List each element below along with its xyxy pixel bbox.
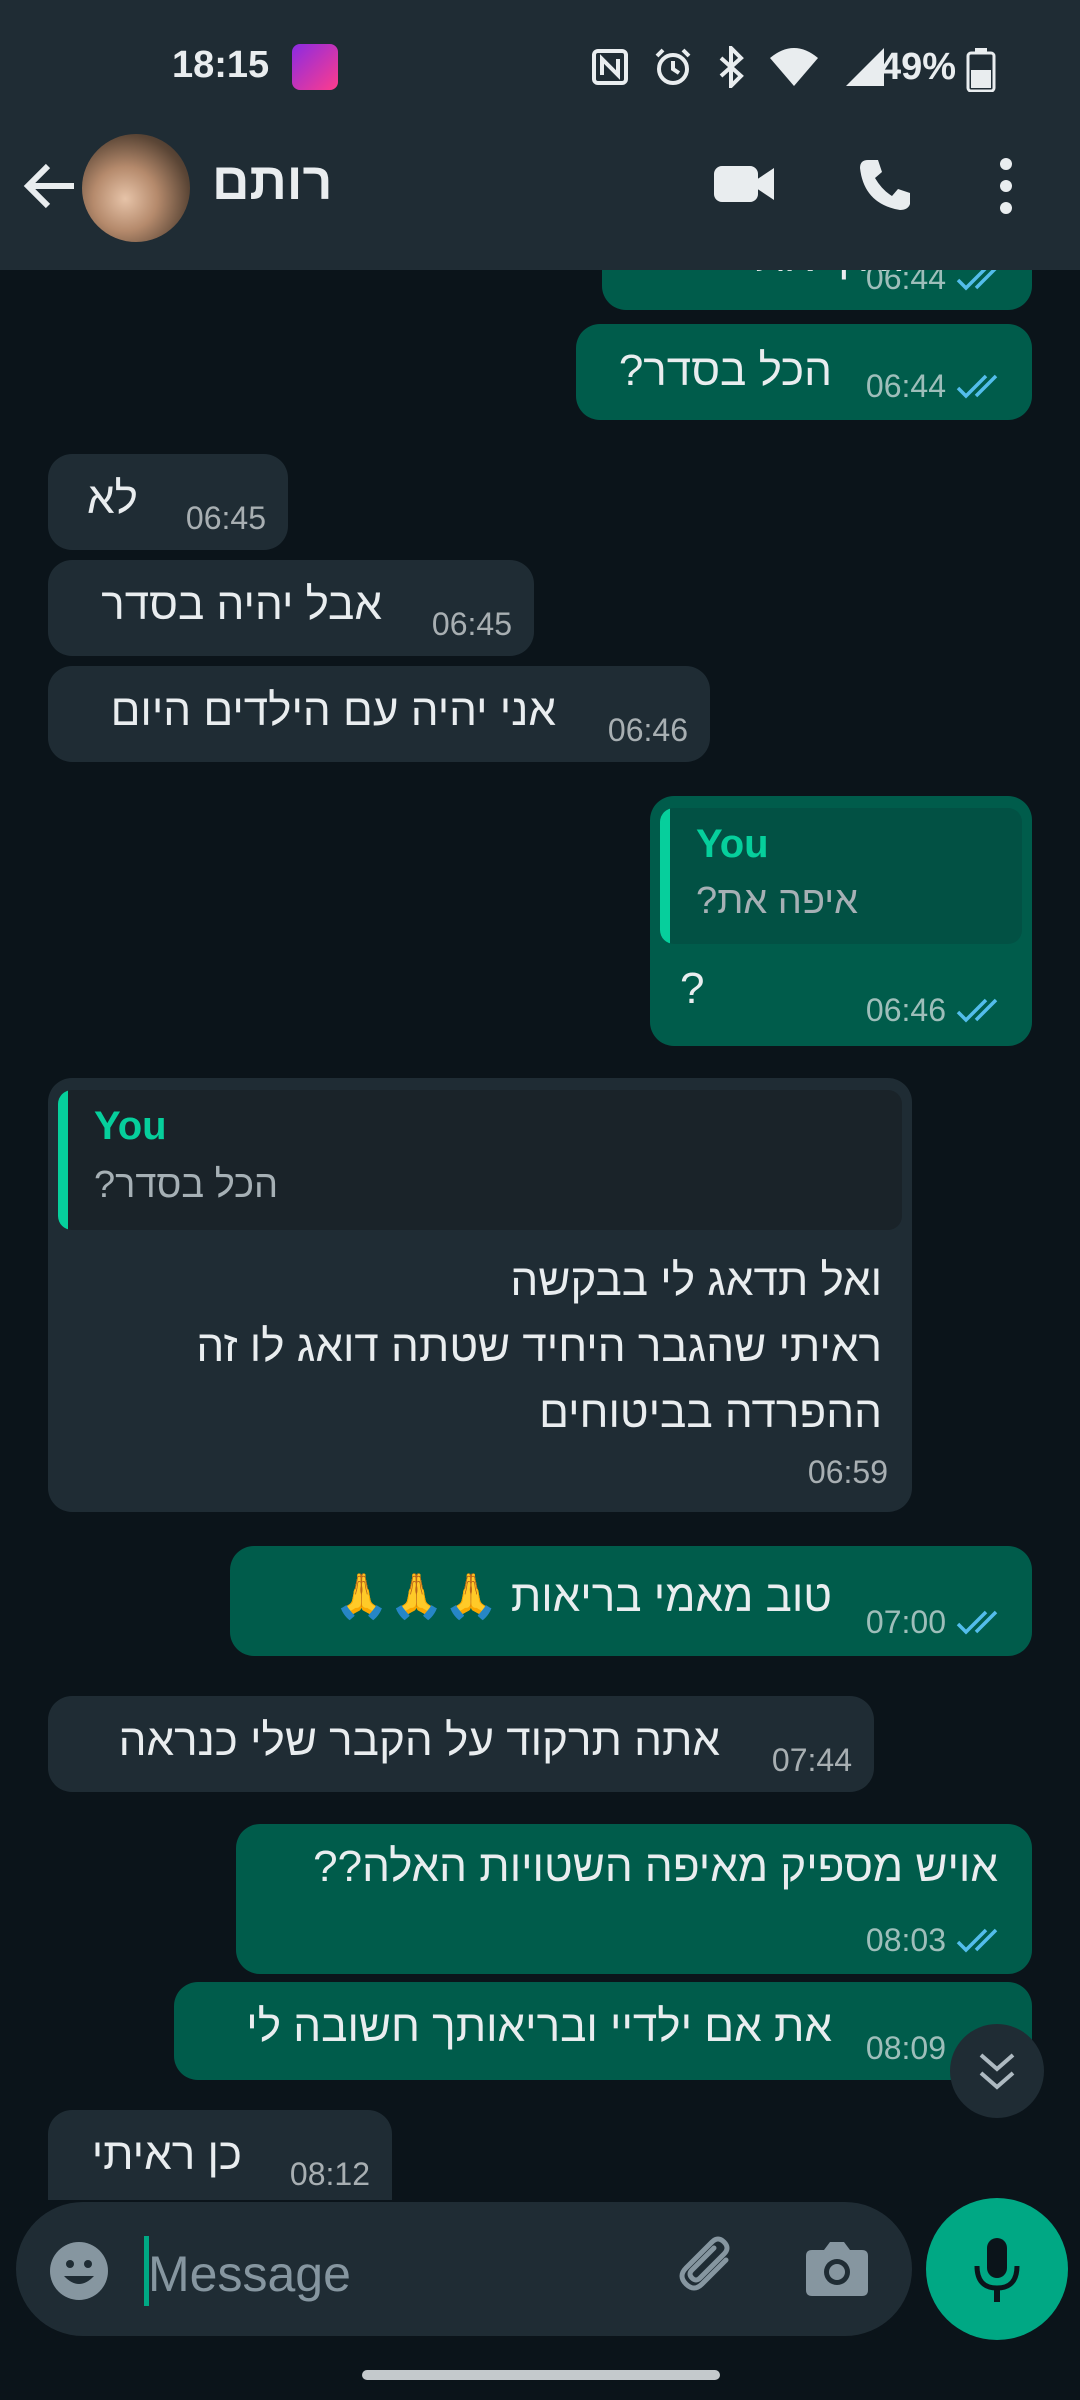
message-time: 06:46 — [865, 992, 946, 1028]
message-text: את אם ילדיי ובריאותך חשובה לי — [246, 2002, 832, 2051]
message-text: כן ראיתי — [91, 2130, 242, 2179]
camera-icon[interactable] — [804, 2238, 870, 2298]
message-text: אבל יהיה בסדר — [101, 580, 382, 629]
message-text: הכל בסדר? — [618, 346, 832, 395]
message-text: אויש מספיק מאיפה השטויות האלה?? — [313, 1842, 998, 1891]
read-ticks-icon — [956, 270, 997, 291]
mic-icon — [974, 2238, 1020, 2302]
read-ticks-icon — [956, 374, 998, 399]
quote-accent-bar — [58, 1090, 68, 1230]
back-arrow-icon[interactable] — [20, 156, 80, 216]
app-notification-icon — [292, 44, 338, 90]
chat-area: ?איך את 06:44 הכל בסדר? 06:44 לא 06:45 א… — [0, 270, 1080, 2200]
quoted-message[interactable]: You הכל בסדר? — [58, 1090, 902, 1230]
wifi-icon — [770, 48, 818, 86]
message-bubble-incoming[interactable]: אני יהיה עם הילדים היום 06:46 — [48, 666, 710, 762]
quote-author: You — [94, 1104, 167, 1148]
message-input[interactable] — [146, 2238, 650, 2310]
message-text-multiline: ואל תדאג לי בבקשה ראיתי שהגבר היחיד שטתה… — [82, 1248, 882, 1446]
message-bubble-incoming[interactable]: לא 06:45 — [48, 454, 288, 550]
read-ticks-icon — [956, 998, 998, 1023]
voice-call-icon[interactable] — [858, 156, 914, 212]
message-bubble-outgoing[interactable]: טוב מאמי בריאות 🙏🙏🙏 07:00 — [230, 1546, 1032, 1656]
avatar[interactable] — [82, 134, 190, 242]
battery-icon — [966, 48, 996, 92]
quoted-message[interactable]: You איפה את? — [660, 808, 1022, 944]
message-text: לא — [87, 474, 138, 523]
status-time: 18:15 — [172, 44, 270, 86]
quote-text: הכל בסדר? — [94, 1164, 279, 1206]
quote-author: You — [696, 822, 769, 866]
bluetooth-icon — [719, 46, 744, 88]
message-text: ? — [680, 964, 705, 1013]
message-bubble-outgoing[interactable]: הכל בסדר? 06:44 — [576, 324, 1032, 420]
read-ticks-icon — [956, 1928, 998, 1953]
message-time: 08:03 — [865, 1922, 946, 1958]
message-bubble-incoming[interactable]: אתה תרקוד על הקבר שלי כנראה 07:44 — [48, 1696, 874, 1792]
message-bubble-incoming[interactable]: אבל יהיה בסדר 06:45 — [48, 560, 534, 656]
message-bubble-outgoing[interactable]: ?איך את 06:44 — [602, 270, 1032, 310]
message-time: 08:09 — [865, 2030, 946, 2066]
read-ticks-icon — [956, 1610, 998, 1635]
attach-icon[interactable] — [674, 2236, 740, 2302]
nfc-icon — [592, 49, 628, 85]
quote-text: איפה את? — [696, 880, 859, 922]
video-call-icon[interactable] — [712, 160, 776, 208]
more-options-icon[interactable] — [996, 154, 1016, 218]
message-time: 06:46 — [607, 712, 688, 748]
message-line: ואל תדאג לי בבקשה — [510, 1256, 882, 1305]
scroll-to-bottom-button[interactable] — [950, 2024, 1044, 2118]
message-time: 08:12 — [289, 2156, 370, 2192]
mic-button[interactable] — [926, 2198, 1068, 2340]
message-text: טוב מאמי בריאות 🙏🙏🙏 — [334, 1572, 832, 1621]
message-line: ההפרדה בביטוחים — [539, 1388, 882, 1437]
contact-name[interactable]: רותם — [212, 152, 332, 212]
status-bar: 18:15 49% — [0, 0, 1080, 140]
alarm-icon — [655, 48, 691, 85]
status-icons — [590, 44, 886, 90]
navigation-gesture-bar[interactable] — [362, 2370, 720, 2380]
message-bubble-outgoing[interactable]: את אם ילדיי ובריאותך חשובה לי 08:09 — [174, 1982, 1032, 2080]
message-bubble-outgoing[interactable]: You איפה את? ? 06:46 — [650, 796, 1032, 1046]
message-time: 06:44 — [865, 270, 946, 296]
emoji-icon[interactable] — [48, 2240, 110, 2302]
message-time: 07:44 — [771, 1742, 852, 1778]
chevron-double-down-icon — [979, 2053, 1015, 2090]
message-bubble-incoming[interactable]: You הכל בסדר? ואל תדאג לי בבקשה ראיתי שה… — [48, 1078, 912, 1512]
message-text: אני יהיה עם הילדים היום — [110, 686, 556, 735]
message-line: ראיתי שהגבר היחיד שטתה דואג לו זה — [196, 1322, 882, 1371]
message-bubble-outgoing[interactable]: אויש מספיק מאיפה השטויות האלה?? 08:03 — [236, 1824, 1032, 1974]
message-time: 06:45 — [185, 500, 266, 536]
message-time: 06:45 — [431, 606, 512, 642]
message-time: 06:59 — [807, 1454, 888, 1490]
battery-percent: 49% — [880, 46, 957, 88]
message-text: אתה תרקוד על הקבר שלי כנראה — [118, 1716, 720, 1765]
message-bubble-incoming[interactable]: כן ראיתי 08:12 — [48, 2110, 392, 2200]
message-time: 06:44 — [865, 368, 946, 404]
quote-accent-bar — [660, 808, 670, 944]
message-time: 07:00 — [865, 1604, 946, 1640]
